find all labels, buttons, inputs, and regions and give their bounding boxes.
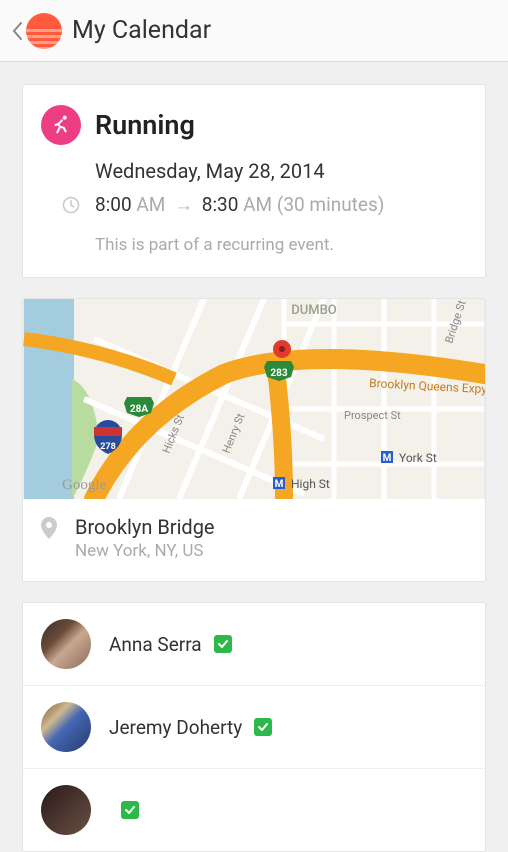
content-area: Running Wednesday, May 28, 2014 8:00 AM … <box>0 62 508 852</box>
location-pin-icon <box>41 517 57 539</box>
attendee-row[interactable] <box>23 769 485 851</box>
arrow-icon: → <box>174 193 193 216</box>
running-icon <box>41 105 81 145</box>
back-chevron-icon[interactable] <box>12 22 22 40</box>
confirmed-check-icon <box>121 801 139 819</box>
start-ampm: AM <box>136 193 165 216</box>
start-time: 8:00 <box>95 193 132 216</box>
end-time: 8:30 <box>202 193 239 216</box>
avatar <box>41 702 91 752</box>
app-logo-icon[interactable] <box>26 13 62 49</box>
svg-text:M: M <box>383 453 392 464</box>
svg-text:28A: 28A <box>130 404 148 415</box>
avatar <box>41 785 91 835</box>
location-info[interactable]: Brooklyn Bridge New York, NY, US <box>23 499 485 581</box>
recurring-note: This is part of a recurring event. <box>95 235 467 255</box>
event-time: 8:00 AM → 8:30 AM (30 minutes) <box>95 193 384 217</box>
end-ampm: AM <box>243 193 272 216</box>
svg-text:Prospect St: Prospect St <box>344 409 401 422</box>
location-name: Brooklyn Bridge <box>75 515 215 539</box>
avatar <box>41 619 91 669</box>
confirmed-check-icon <box>254 718 272 736</box>
attendee-row[interactable]: Jeremy Doherty <box>23 686 485 769</box>
svg-text:DUMBO: DUMBO <box>291 303 337 318</box>
confirmed-check-icon <box>214 635 232 653</box>
svg-text:High St: High St <box>291 477 330 491</box>
event-title: Running <box>95 109 195 141</box>
attendee-name: Jeremy Doherty <box>109 716 242 739</box>
header-title: My Calendar <box>72 16 211 45</box>
clock-icon <box>61 195 81 215</box>
svg-text:283: 283 <box>270 368 287 379</box>
svg-text:M: M <box>275 479 284 490</box>
svg-text:York St: York St <box>399 451 437 465</box>
event-header: Running <box>41 105 467 145</box>
event-card: Running Wednesday, May 28, 2014 8:00 AM … <box>22 84 486 278</box>
event-time-row: 8:00 AM → 8:30 AM (30 minutes) <box>61 193 467 217</box>
svg-text:278: 278 <box>100 442 116 452</box>
app-header: My Calendar <box>0 0 508 62</box>
attendee-row[interactable]: Anna Serra <box>23 603 485 686</box>
location-card: 283 28A 278 M M DUMBO Brooklyn Que <box>22 298 486 582</box>
map-view[interactable]: 283 28A 278 M M DUMBO Brooklyn Que <box>23 299 485 499</box>
location-sub: New York, NY, US <box>75 541 215 561</box>
attendees-card: Anna Serra Jeremy Doherty <box>22 602 486 852</box>
duration: (30 minutes) <box>277 193 385 216</box>
attendee-name: Anna Serra <box>109 633 202 656</box>
svg-text:Google: Google <box>62 477 107 493</box>
event-date: Wednesday, May 28, 2014 <box>95 159 467 183</box>
